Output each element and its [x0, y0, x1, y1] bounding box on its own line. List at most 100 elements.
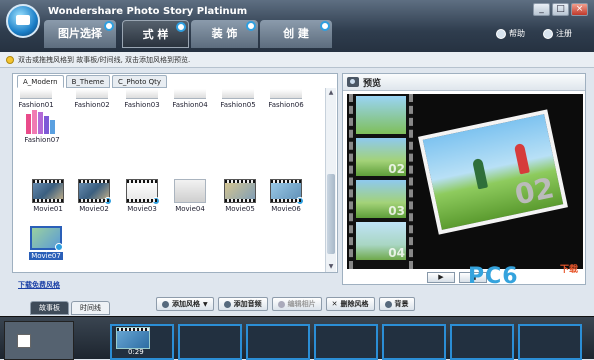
download-free-styles-link[interactable]: 下载免费风格	[18, 280, 60, 290]
style-item-movie05[interactable]: Movie05	[221, 179, 259, 213]
help-icon	[496, 28, 506, 39]
style-item-movie01[interactable]: Movie01	[29, 179, 67, 213]
add-audio-icon	[223, 300, 231, 308]
maximize-button[interactable]: □	[552, 3, 569, 16]
style-thumbnail	[174, 89, 206, 99]
number-badge-icon	[104, 197, 112, 205]
style-thumbnail	[222, 89, 254, 99]
window-controls: _ □ ×	[533, 3, 588, 16]
preview-photo: 02	[418, 109, 568, 235]
storyboard-slot[interactable]	[382, 324, 446, 360]
app-logo-icon	[6, 4, 40, 38]
minimize-button[interactable]: _	[533, 3, 550, 16]
tab-c-photo-qty[interactable]: C_Photo Qty	[112, 75, 167, 88]
style-category-tabs: A_Modern B_Theme C_Photo Qty	[17, 75, 167, 88]
style-thumbnail	[174, 179, 206, 203]
storyboard-clip[interactable]	[116, 327, 150, 349]
style-label: Fashion07	[24, 136, 60, 144]
edit-photo-button[interactable]: 编辑相片	[271, 297, 322, 311]
style-label: Fashion04	[172, 101, 208, 109]
watermark-logo: PC6	[468, 264, 519, 289]
close-button[interactable]: ×	[571, 3, 588, 16]
style-item-fashion03[interactable]: Fashion03	[123, 89, 161, 109]
edit-photo-label: 编辑相片	[287, 300, 316, 308]
tab-a-modern[interactable]: A_Modern	[17, 75, 64, 88]
add-audio-button[interactable]: 添加音频	[217, 297, 268, 311]
style-item-movie04[interactable]: Movie04	[171, 179, 209, 213]
add-style-button[interactable]: 添加风格 ▼	[156, 297, 214, 311]
style-thumbnail	[76, 89, 108, 99]
style-item-fashion06[interactable]: Fashion06	[267, 89, 305, 109]
style-item-movie03[interactable]: Movie03	[123, 179, 161, 213]
style-thumbnail	[224, 179, 256, 203]
tab-storyboard[interactable]: 故事板	[30, 301, 69, 315]
storyboard-strip	[0, 316, 594, 360]
watermark-suffix: 下载	[560, 265, 579, 275]
storyboard-slot[interactable]	[314, 324, 378, 360]
bulb-icon	[6, 55, 14, 64]
background-button[interactable]: 背景	[378, 297, 415, 311]
action-toolbar: 添加风格 ▼ 添加音频 编辑相片 ✕ 删除风格 背景	[156, 297, 415, 311]
help-label: 帮助	[509, 29, 525, 38]
app-title: Wondershare Photo Story Platinum	[48, 6, 248, 17]
hint-bar: 双击或拖拽风格到 故事板/时间线, 双击添加风格到预览.	[0, 52, 594, 68]
style-label: Movie01	[33, 205, 63, 213]
camera-icon	[347, 77, 359, 87]
edit-icon	[277, 300, 285, 308]
style-label: Movie04	[175, 205, 205, 213]
storyboard-slot[interactable]	[518, 324, 582, 360]
style-label: Fashion06	[268, 101, 304, 109]
style-item-fashion04[interactable]: Fashion04	[171, 89, 209, 109]
style-item-movie07[interactable]: Movie07	[27, 226, 65, 260]
style-label: Fashion02	[74, 101, 110, 109]
scroll-thumb[interactable]	[327, 174, 335, 254]
chevron-down-icon[interactable]: ▼	[203, 301, 208, 308]
delete-icon: ✕	[331, 300, 338, 308]
style-item-fashion07[interactable]: Fashion07	[23, 108, 61, 144]
key-icon	[543, 28, 553, 39]
style-label: Fashion03	[124, 101, 160, 109]
style-item-fashion02[interactable]: Fashion02	[73, 89, 111, 109]
step-badge-icon	[104, 21, 114, 31]
frame-number: 02	[388, 162, 405, 176]
tab-label: 装 饰	[211, 27, 238, 40]
storyboard-tabs: 故事板 时间线	[30, 301, 110, 315]
scroll-up-icon[interactable]: ▲	[327, 89, 335, 97]
vertical-scrollbar[interactable]: ▲ ▼	[325, 88, 336, 272]
style-thumbnail	[270, 89, 302, 99]
storyboard-slot[interactable]	[178, 324, 242, 360]
style-item-fashion01[interactable]: Fashion01	[17, 89, 55, 109]
film-frame: 04	[356, 222, 406, 260]
style-label: Movie07	[29, 252, 63, 260]
tab-label: 式 样	[142, 28, 169, 41]
storyboard-start-slot[interactable]	[4, 321, 74, 360]
step-badge-icon	[246, 21, 256, 31]
tab-decorate[interactable]: 装 饰	[191, 20, 258, 48]
frame-number: 03	[388, 204, 405, 218]
tab-style[interactable]: 式 样	[122, 20, 189, 48]
register-link[interactable]: 注册	[543, 28, 572, 39]
style-item-movie06[interactable]: Movie06	[267, 179, 305, 213]
scroll-down-icon[interactable]: ▼	[327, 263, 335, 271]
storyboard-slot[interactable]	[450, 324, 514, 360]
tab-timeline[interactable]: 时间线	[71, 301, 110, 315]
preview-frame-number: 02	[511, 171, 557, 212]
tab-photo-select[interactable]: 图片选择	[44, 20, 116, 48]
style-label: Movie06	[271, 205, 301, 213]
add-icon	[162, 300, 169, 308]
number-badge-icon	[152, 197, 160, 205]
number-badge-icon	[296, 197, 304, 205]
storyboard-slot[interactable]	[246, 324, 310, 360]
tab-create[interactable]: 创 建	[260, 20, 332, 48]
style-item-fashion05[interactable]: Fashion05	[219, 89, 257, 109]
style-item-movie02[interactable]: Movie02	[75, 179, 113, 213]
style-thumbnail	[32, 179, 64, 203]
film-frame: 02	[356, 138, 406, 176]
step-badge-icon	[176, 22, 186, 32]
help-link[interactable]: 帮助	[496, 28, 525, 39]
tab-label: 图片选择	[58, 27, 102, 40]
delete-style-button[interactable]: ✕ 删除风格	[325, 297, 375, 311]
tab-b-theme[interactable]: B_Theme	[65, 75, 111, 88]
style-label: Fashion05	[220, 101, 256, 109]
play-button[interactable]: ▶	[427, 272, 455, 283]
